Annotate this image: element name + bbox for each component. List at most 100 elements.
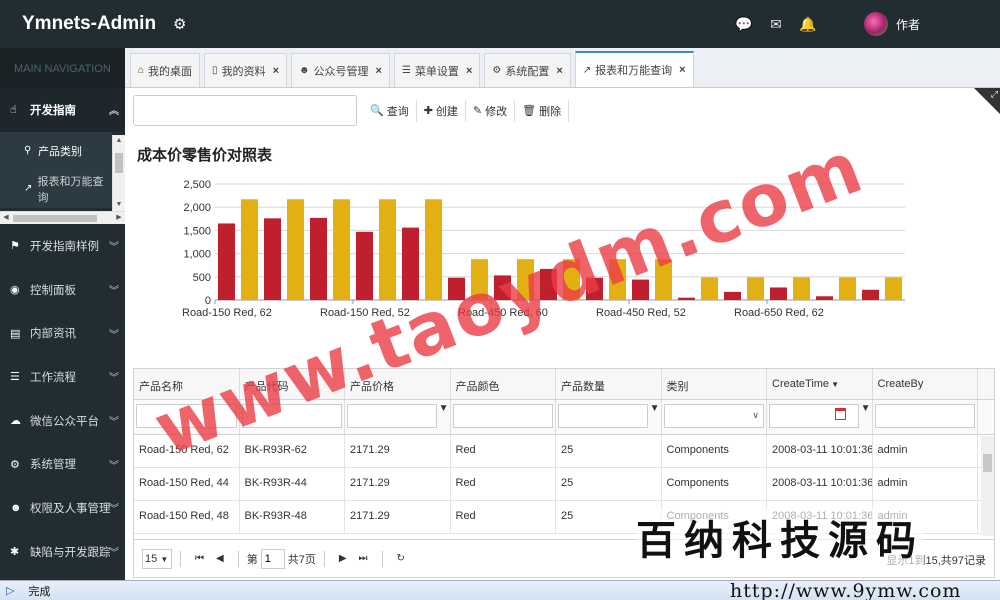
query-button-label: 查询 bbox=[386, 105, 409, 118]
trash-icon: 🗑 bbox=[522, 105, 537, 117]
sidebar-item-dev-guide-samples[interactable]: ⚑ 开发指南样例 ︾ bbox=[0, 224, 125, 268]
chat-icon[interactable]: 💬 bbox=[728, 16, 760, 33]
column-header-createtime[interactable]: CreateTime ▼ bbox=[767, 369, 873, 399]
tab-label: 我的资料 bbox=[221, 65, 266, 78]
sidebar-horizontal-scrollbar[interactable]: ◀ ▶ bbox=[0, 211, 125, 224]
scroll-left-arrow-icon[interactable]: ◀ bbox=[0, 212, 12, 224]
table-row[interactable]: Road-150 Red, 48 BK-R93R-48 2171.29 Red … bbox=[134, 501, 994, 534]
tab-system-config[interactable]: ⚙ 系统配置 × bbox=[484, 53, 571, 87]
close-icon[interactable]: × bbox=[376, 65, 382, 77]
search-input[interactable] bbox=[133, 95, 357, 126]
sidebar-sub-item-label: 产品类别 bbox=[38, 145, 82, 158]
close-icon[interactable]: × bbox=[273, 65, 279, 77]
sidebar-item-dashboard[interactable]: ◉ 控制面板 ︾ bbox=[0, 268, 125, 312]
table-row[interactable]: Road-150 Red, 44 BK-R93R-44 2171.29 Red … bbox=[134, 468, 994, 501]
scrollbar-thumb[interactable] bbox=[983, 454, 992, 472]
edit-button[interactable]: ✎ 修改 bbox=[466, 99, 516, 122]
refresh-icon[interactable]: ↻ bbox=[397, 553, 405, 564]
query-button[interactable]: 🔍 查询 bbox=[363, 99, 417, 122]
column-header[interactable]: CreateBy bbox=[873, 369, 978, 399]
filter-input[interactable] bbox=[874, 404, 975, 428]
mail-icon[interactable]: ✉ bbox=[760, 16, 792, 33]
table-cell: admin bbox=[873, 468, 978, 500]
filter-cell: ▼ bbox=[556, 400, 662, 434]
filter-input[interactable] bbox=[452, 404, 553, 428]
table-row[interactable]: Road-150 Red, 62 BK-R93R-62 2171.29 Red … bbox=[134, 435, 994, 468]
grid-vertical-scrollbar[interactable] bbox=[981, 436, 994, 536]
tab-my-desktop[interactable]: ⌂ 我的桌面 bbox=[130, 53, 201, 87]
delete-button[interactable]: 🗑 删除 bbox=[515, 99, 570, 122]
column-header[interactable]: 产品价格 bbox=[345, 369, 451, 399]
close-icon[interactable]: × bbox=[679, 64, 685, 76]
scroll-up-arrow-icon[interactable]: ▲ bbox=[113, 135, 125, 147]
chevron-up-icon: ︽ bbox=[109, 106, 119, 118]
cogs-icon[interactable]: ⚙ bbox=[173, 15, 186, 33]
sidebar-item-dev-guide[interactable]: ☝ 开发指南 ︽ bbox=[0, 88, 125, 132]
sidebar-item-system[interactable]: ⚙ 系统管理 ︾ bbox=[0, 442, 125, 486]
sidebar-item-label: 权限及人事管理 bbox=[30, 502, 111, 515]
sidebar-sub-item-product-category[interactable]: ⚲ 产品类别 bbox=[0, 131, 112, 170]
page-number-input[interactable] bbox=[260, 548, 285, 569]
filter-input[interactable] bbox=[347, 404, 438, 428]
filter-cell bbox=[240, 400, 345, 434]
bar-retail bbox=[563, 259, 580, 300]
bar-cost bbox=[678, 297, 695, 300]
tab-menu-settings[interactable]: ☰ 菜单设置 × bbox=[393, 53, 481, 87]
data-grid: 产品名称 产品代码 产品价格 产品颜色 产品数量 类别 CreateTime ▼ … bbox=[133, 368, 995, 578]
close-icon[interactable]: × bbox=[466, 65, 472, 77]
last-page-icon[interactable]: ⏭ bbox=[359, 553, 368, 564]
sidebar-vertical-scrollbar[interactable]: ▲ ▼ bbox=[112, 135, 125, 211]
scrollbar-thumb[interactable] bbox=[115, 153, 123, 173]
filter-cell: ▼ bbox=[345, 400, 451, 434]
chevron-down-icon: ︾ bbox=[109, 373, 119, 385]
create-button[interactable]: ✚ 创建 bbox=[417, 99, 466, 122]
brand-logo[interactable]: Ymnets-Admin bbox=[0, 13, 156, 35]
column-header[interactable]: 产品颜色 bbox=[451, 369, 556, 399]
scroll-down-arrow-icon[interactable]: ▼ bbox=[113, 199, 125, 211]
user-name[interactable]: 作者 bbox=[896, 16, 920, 33]
date-filter-input[interactable] bbox=[769, 404, 860, 428]
category-filter-select[interactable]: ∨ bbox=[663, 404, 764, 428]
tab-official-accounts[interactable]: ☻ 公众号管理 × bbox=[291, 53, 390, 87]
table-cell: Components bbox=[662, 435, 767, 467]
table-cell: 2171.29 bbox=[345, 435, 451, 467]
prev-page-icon[interactable]: ◀ bbox=[216, 553, 224, 564]
filter-icon[interactable]: ▼ bbox=[650, 403, 660, 414]
filter-icon[interactable]: ▼ bbox=[439, 403, 449, 414]
column-header[interactable]: 产品代码 bbox=[240, 369, 345, 399]
filter-input[interactable] bbox=[241, 404, 342, 428]
filter-input[interactable] bbox=[136, 404, 237, 428]
avatar[interactable] bbox=[863, 12, 888, 36]
users-icon: ☻ bbox=[299, 65, 310, 76]
pagination-bar: 15 ▼ ⏮ ◀ 第 共7页 ▶ ⏭ ↻ 显示1到15,共97记录 bbox=[134, 539, 994, 577]
filter-input[interactable] bbox=[558, 404, 649, 428]
column-header[interactable]: 产品名称 bbox=[134, 369, 240, 399]
page-size-select[interactable]: 15 ▼ bbox=[142, 548, 172, 569]
first-page-icon[interactable]: ⏮ bbox=[195, 553, 204, 564]
close-icon[interactable]: × bbox=[556, 65, 562, 77]
sidebar-item-permissions[interactable]: ☻ 权限及人事管理 ︾ bbox=[0, 486, 125, 530]
scroll-right-arrow-icon[interactable]: ▶ bbox=[113, 212, 125, 224]
table-cell: 2008-03-11 10:01:36 bbox=[767, 435, 873, 467]
line-chart-icon: ↗ bbox=[24, 183, 33, 195]
table-cell: Components bbox=[662, 501, 767, 533]
x-tick-label: Road-150 Red, 52 bbox=[320, 307, 410, 319]
expand-icon[interactable]: ⤢ bbox=[991, 89, 998, 100]
sidebar-item-news[interactable]: ▤ 内部资讯 ︾ bbox=[0, 311, 125, 355]
tab-my-profile[interactable]: ▯ 我的资料 × bbox=[204, 53, 287, 87]
sidebar-sub-item-report[interactable]: ↗ 报表和万能查询 bbox=[0, 169, 112, 208]
column-header[interactable]: 类别 bbox=[662, 369, 767, 399]
sidebar-item-workflow[interactable]: ☰ 工作流程 ︾ bbox=[0, 355, 125, 399]
bar-cost bbox=[402, 227, 419, 300]
scrollbar-thumb[interactable] bbox=[13, 215, 97, 222]
calendar-icon[interactable] bbox=[835, 408, 847, 420]
table-cell: 25 bbox=[556, 468, 662, 500]
tab-reports[interactable]: ↗ 报表和万能查询 × bbox=[574, 51, 694, 87]
sidebar-item-wechat[interactable]: ☁ 微信公众平台 ︾ bbox=[0, 399, 125, 443]
bell-icon[interactable]: 🔔 bbox=[792, 16, 824, 33]
filter-icon[interactable]: ▼ bbox=[861, 403, 871, 414]
column-header[interactable]: 产品数量 bbox=[556, 369, 662, 399]
sidebar-item-bug-tracking[interactable]: ✱ 缺陷与开发跟踪 ︾ bbox=[0, 530, 125, 574]
next-page-icon[interactable]: ▶ bbox=[339, 553, 347, 564]
bar-cost bbox=[448, 277, 465, 300]
